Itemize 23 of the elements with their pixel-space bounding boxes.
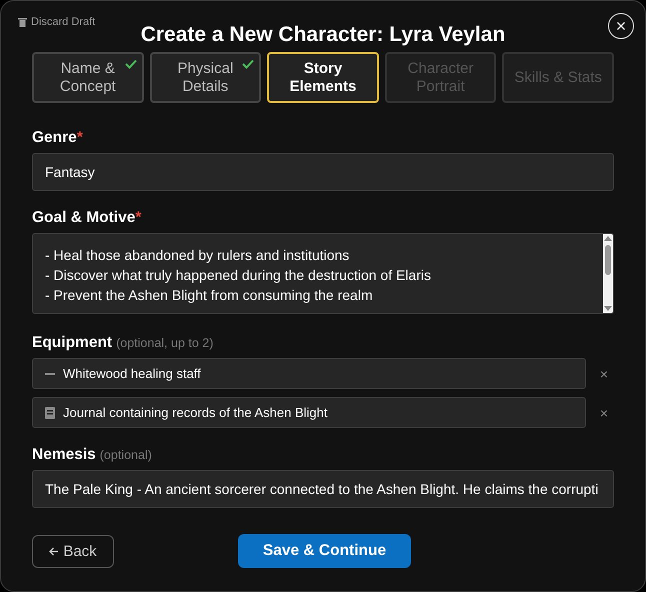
required-asterisk: * (135, 209, 142, 227)
step-tab[interactable]: Name & Concept (32, 52, 144, 103)
field-hint: (optional) (100, 448, 152, 462)
save-continue-button[interactable]: Save & Continue (238, 534, 411, 568)
equipment-item[interactable]: Journal containing records of the Ashen Blight (32, 397, 586, 428)
genre-field[interactable]: Fantasy (32, 153, 614, 191)
field-label: Nemesis (32, 446, 96, 464)
goal-text-area[interactable]: - Heal those abandoned by rulers and institutions - Discover what truly happened during the destruction of Elaris - Prevent the Ashen Blight from consuming the realm (32, 233, 614, 314)
remove-button[interactable]: × (594, 404, 614, 420)
field-label: Equipment (32, 334, 112, 352)
field-label: Goal & Motive (32, 209, 136, 227)
dialog-title: Create a New Character: Lyra Veylan (140, 23, 506, 47)
equipment-item[interactable]: Whitewood healing staff (32, 358, 586, 389)
discard-draft-button[interactable]: Discard Draft (18, 16, 96, 28)
field-label: Genre (32, 129, 77, 147)
step-tab[interactable]: Physical Details (150, 52, 262, 103)
step-tab[interactable]: Story Elements (267, 52, 379, 103)
field-hint: (optional, up to 2) (116, 336, 214, 350)
back-button[interactable]: Back (32, 534, 114, 568)
nemesis-field[interactable]: The Pale King - An ancient sorcerer connected to the Ashen Blight. He claims the corrupti (32, 470, 614, 508)
remove-button[interactable]: × (594, 366, 614, 382)
close-button[interactable]: × (608, 13, 634, 39)
required-asterisk: * (76, 129, 83, 147)
